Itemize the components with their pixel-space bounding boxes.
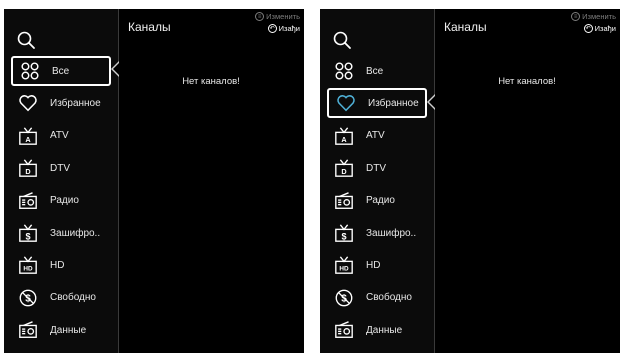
data-icon	[333, 319, 355, 341]
category-label: Свободно	[50, 292, 96, 304]
atv-icon: A	[17, 125, 39, 147]
edit-button[interactable]: ≡ Изменить	[571, 12, 616, 21]
category-label: ATV	[50, 130, 69, 142]
search-icon[interactable]	[16, 30, 36, 50]
category-item[interactable]: $ Зашифро..	[327, 218, 427, 248]
category-item[interactable]: D DTV	[327, 153, 427, 183]
category-label: DTV	[366, 162, 386, 174]
atv-icon: A	[333, 125, 355, 147]
svg-text:A: A	[25, 135, 31, 144]
svg-text:HD: HD	[339, 266, 349, 273]
empty-message: Нет каналов!	[498, 76, 556, 87]
selection-pointer	[111, 61, 119, 77]
category-label: DTV	[50, 162, 70, 174]
category-item[interactable]: Все	[327, 56, 427, 86]
channel-screen-right: Каналы ≡ Изменить ↶ Изађи Нет каналов! В…	[320, 9, 620, 353]
scrambled-icon: $	[17, 222, 39, 244]
category-label: Данные	[50, 324, 87, 336]
heart-icon	[17, 92, 39, 114]
category-item[interactable]: $ Свободно	[11, 283, 111, 313]
back-label: Изађи	[594, 24, 616, 33]
category-label: Радио	[50, 195, 79, 207]
channel-screen-left: Каналы ≡ Изменить ↶ Изађи Нет каналов! В…	[4, 9, 304, 353]
grid-icon	[19, 60, 41, 82]
category-label: HD	[50, 259, 65, 271]
category-item[interactable]: D DTV	[11, 153, 111, 183]
category-label: Свободно	[366, 292, 412, 304]
svg-text:D: D	[25, 167, 30, 176]
back-icon: ↶	[583, 24, 593, 33]
category-label: Радио	[366, 195, 395, 207]
svg-text:$: $	[341, 231, 346, 241]
selection-pointer	[427, 94, 435, 110]
back-label: Изађи	[278, 24, 300, 33]
category-label: Избранное	[50, 97, 101, 109]
svg-text:HD: HD	[23, 266, 33, 273]
radio-icon	[333, 190, 355, 212]
screen-title: Каналы	[444, 20, 487, 34]
category-label: Избранное	[368, 97, 419, 109]
hd-icon: HD	[333, 254, 355, 276]
category-item[interactable]: Все	[11, 56, 111, 86]
category-item[interactable]: HD HD	[11, 250, 111, 280]
dtv-icon: D	[17, 157, 39, 179]
back-icon: ↶	[267, 24, 277, 33]
free-icon: $	[17, 287, 39, 309]
svg-text:$: $	[25, 293, 31, 304]
category-item[interactable]: A ATV	[327, 121, 427, 151]
edit-label: Изменить	[266, 12, 300, 21]
data-icon	[17, 319, 39, 341]
category-label: Все	[52, 65, 70, 77]
category-item[interactable]: $ Зашифро..	[11, 218, 111, 248]
svg-text:$: $	[25, 231, 30, 241]
category-item[interactable]: Избранное	[327, 88, 427, 119]
category-label: ATV	[366, 130, 385, 142]
empty-message: Нет каналов!	[182, 76, 240, 87]
category-item[interactable]: Радио	[11, 186, 111, 216]
scrambled-icon: $	[333, 222, 355, 244]
svg-text:$: $	[341, 293, 347, 304]
heart-icon	[335, 92, 357, 114]
category-label: Зашифро..	[50, 227, 101, 239]
category-item[interactable]: $ Свободно	[327, 283, 427, 313]
category-label: Зашифро..	[366, 227, 417, 239]
category-item[interactable]: A ATV	[11, 121, 111, 151]
edit-button[interactable]: ≡ Изменить	[255, 12, 300, 21]
svg-text:A: A	[341, 135, 347, 144]
category-item[interactable]: Радио	[327, 186, 427, 216]
edit-icon: ≡	[255, 12, 265, 21]
category-label: HD	[366, 259, 381, 271]
category-item[interactable]: Данные	[327, 315, 427, 345]
category-label: Данные	[366, 324, 403, 336]
grid-icon	[333, 60, 355, 82]
hd-icon: HD	[17, 254, 39, 276]
category-item[interactable]: HD HD	[327, 250, 427, 280]
dtv-icon: D	[333, 157, 355, 179]
back-button[interactable]: ↶ Изађи	[267, 24, 300, 33]
radio-icon	[17, 190, 39, 212]
edit-icon: ≡	[571, 12, 581, 21]
edit-label: Изменить	[582, 12, 616, 21]
free-icon: $	[333, 287, 355, 309]
svg-text:D: D	[341, 167, 346, 176]
category-label: Все	[366, 65, 384, 77]
category-item[interactable]: Избранное	[11, 88, 111, 118]
back-button[interactable]: ↶ Изађи	[583, 24, 616, 33]
search-icon[interactable]	[332, 30, 352, 50]
category-item[interactable]: Данные	[11, 315, 111, 345]
screen-title: Каналы	[128, 20, 171, 34]
